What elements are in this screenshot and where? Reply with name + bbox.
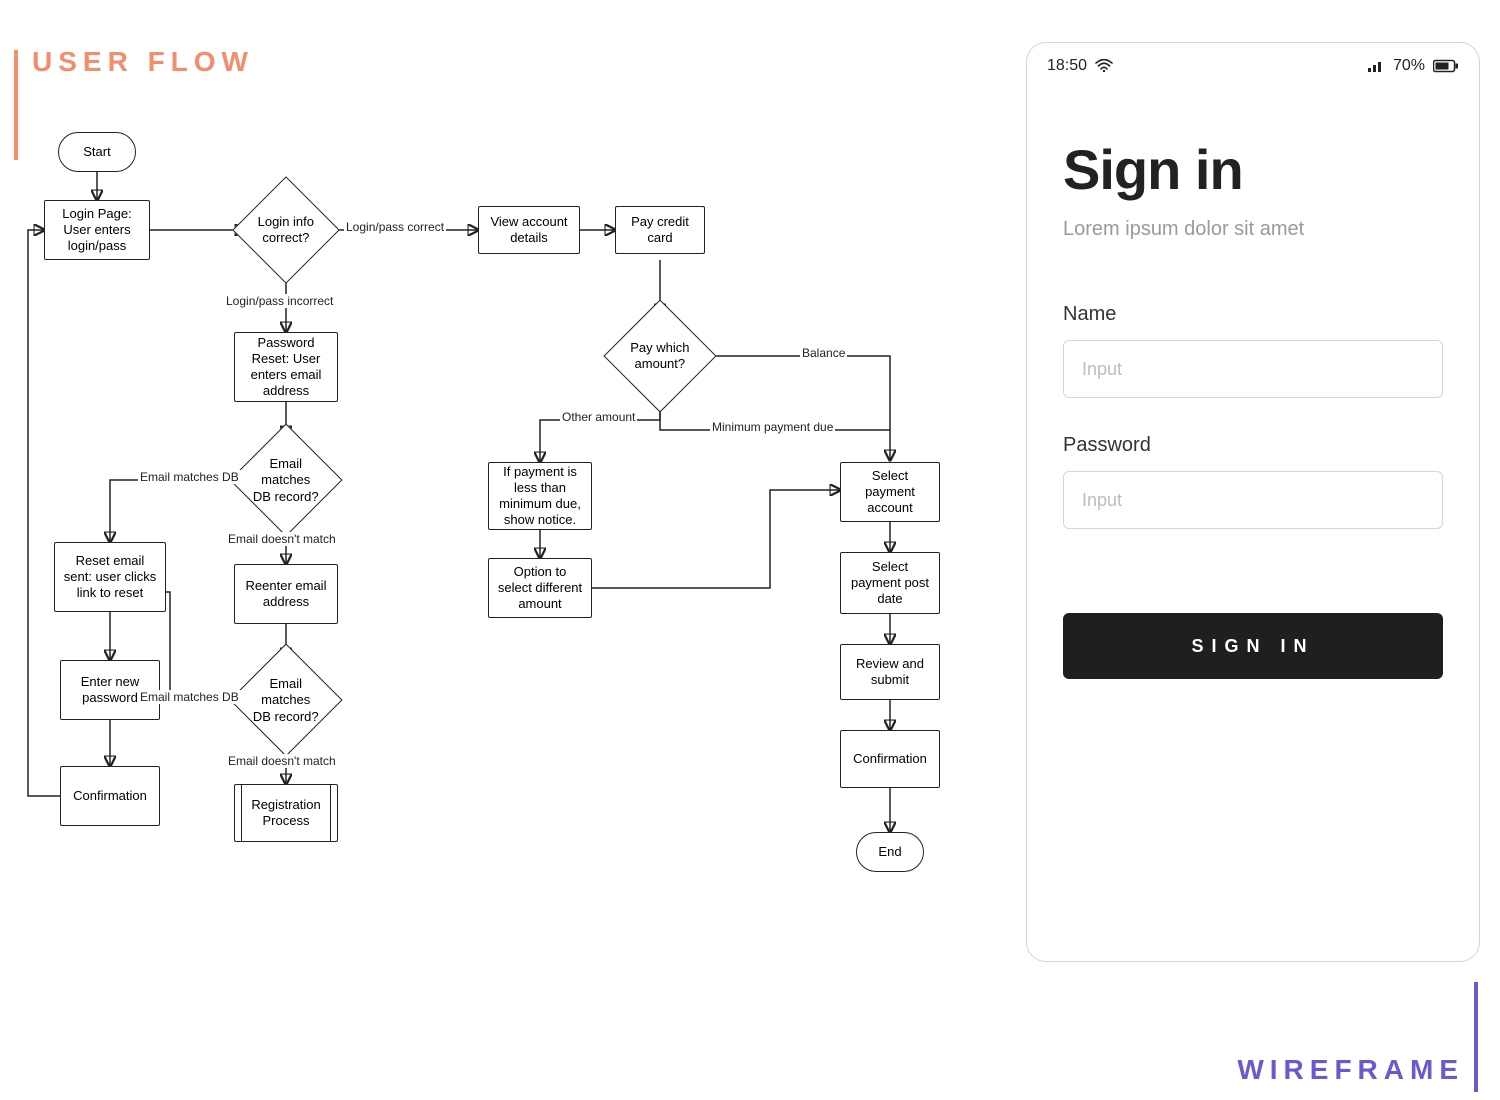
accent-bar-left xyxy=(14,50,18,160)
node-view-account: View account details xyxy=(478,206,580,254)
wifi-icon xyxy=(1095,59,1113,73)
node-confirm-pay: Confirmation xyxy=(840,730,940,788)
node-email-match-1: Email matches DB record? xyxy=(229,423,342,536)
accent-bar-right xyxy=(1474,982,1478,1092)
node-login-page: Login Page: User enters login/pass xyxy=(44,200,150,260)
node-password-reset: Password Reset: User enters email addres… xyxy=(234,332,338,402)
signin-title: Sign in xyxy=(1063,137,1443,202)
section-title-user-flow: USER FLOW xyxy=(32,46,254,78)
node-login-correct: Login info correct? xyxy=(232,176,339,283)
status-bar: 18:50 70% xyxy=(1027,43,1479,83)
edge-email-no-match: Email doesn't match xyxy=(226,532,338,546)
node-registration-process: Registration Process xyxy=(234,784,338,842)
section-title-wireframe: WIREFRAME xyxy=(1237,1054,1464,1086)
node-pay-card: Pay credit card xyxy=(615,206,705,254)
wireframe-phone: 18:50 70% Sign in Lorem ipsum dolor sit … xyxy=(1026,42,1480,962)
status-battery-text: 70% xyxy=(1393,57,1425,75)
name-label: Name xyxy=(1063,303,1443,326)
edge-email-matches: Email matches DB xyxy=(138,470,241,484)
password-label: Password xyxy=(1063,434,1443,457)
edge-login-incorrect: Login/pass incorrect xyxy=(224,294,335,308)
node-review: Review and submit xyxy=(840,644,940,700)
signal-icon xyxy=(1367,59,1385,73)
node-start: Start xyxy=(58,132,136,172)
node-select-date: Select payment post date xyxy=(840,552,940,614)
edge-other-amount: Other amount xyxy=(560,410,637,424)
edge-balance: Balance xyxy=(800,346,847,360)
edge-email-matches-2: Email matches DB xyxy=(138,690,241,704)
node-reenter-email: Reenter email address xyxy=(234,564,338,624)
node-pay-which: Pay which amount? xyxy=(603,299,716,412)
signin-button[interactable]: SIGN IN xyxy=(1063,613,1443,679)
name-input[interactable] xyxy=(1063,340,1443,398)
password-input[interactable] xyxy=(1063,471,1443,529)
signin-subtitle: Lorem ipsum dolor sit amet xyxy=(1063,218,1443,241)
edge-email-no-match-2: Email doesn't match xyxy=(226,754,338,768)
node-email-match-2: Email matches DB record? xyxy=(229,643,342,756)
node-option-diff: Option to select different amount xyxy=(488,558,592,618)
node-min-notice: If payment is less than minimum due, sho… xyxy=(488,462,592,530)
status-time: 18:50 xyxy=(1047,57,1087,75)
battery-icon xyxy=(1433,59,1459,73)
node-end: End xyxy=(856,832,924,872)
node-select-account: Select payment account xyxy=(840,462,940,522)
edge-login-correct: Login/pass correct xyxy=(344,220,446,234)
flowchart: Start Login Page: User enters login/pass… xyxy=(20,120,960,950)
edge-min-due: Minimum payment due xyxy=(710,420,835,434)
node-confirm-reset: Confirmation xyxy=(60,766,160,826)
node-reset-sent: Reset email sent: user clicks link to re… xyxy=(54,542,166,612)
